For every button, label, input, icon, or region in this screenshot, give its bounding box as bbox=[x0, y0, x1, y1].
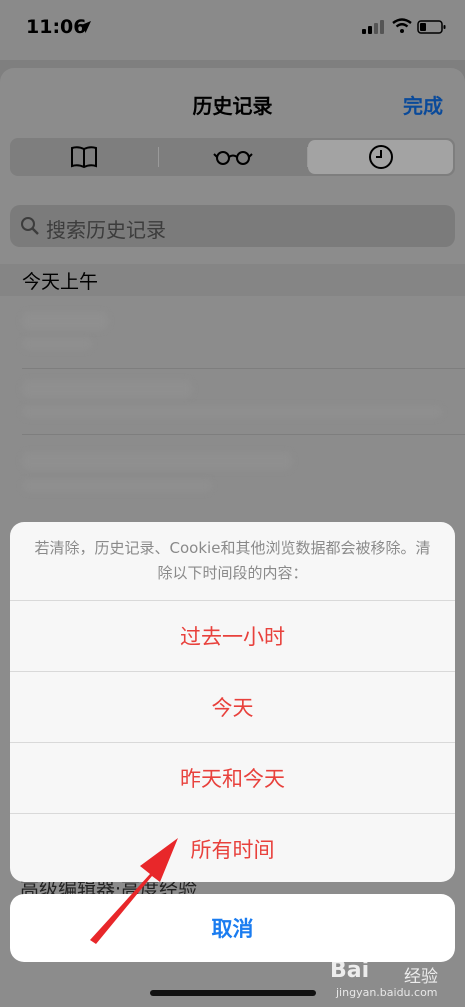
section-header: 今天上午 bbox=[0, 264, 465, 296]
cellular-signal-icon bbox=[362, 20, 384, 34]
book-icon bbox=[71, 146, 97, 169]
option-today-button[interactable]: 今天 bbox=[10, 671, 455, 742]
battery-icon bbox=[417, 20, 446, 34]
location-arrow-icon bbox=[79, 21, 91, 33]
blurred-entry-title bbox=[22, 380, 192, 398]
search-field[interactable]: 搜索历史记录 bbox=[10, 205, 455, 247]
sheet-title: 历史记录 bbox=[192, 94, 273, 118]
option-yesterday-and-today-button[interactable]: 昨天和今天 bbox=[10, 742, 455, 813]
status-bar: 11:06 bbox=[0, 0, 465, 60]
glasses-icon bbox=[213, 151, 253, 165]
search-placeholder: 搜索历史记录 bbox=[46, 218, 166, 242]
segmented-control bbox=[10, 138, 455, 176]
watermark: Bai 经验 jingyan.baidu.com bbox=[330, 958, 460, 1002]
blurred-entry-title bbox=[22, 312, 108, 330]
home-indicator bbox=[150, 990, 316, 996]
clear-history-action-sheet: 若清除，历史记录、Cookie和其他浏览数据都会被移除。清除以下时间段的内容： … bbox=[10, 522, 455, 882]
search-icon bbox=[21, 217, 39, 235]
watermark-text: 经验 bbox=[404, 967, 438, 987]
blurred-entry-url bbox=[22, 480, 212, 492]
blurred-entry-title bbox=[22, 452, 292, 470]
action-sheet-message: 若清除，历史记录、Cookie和其他浏览数据都会被移除。清除以下时间段的内容： bbox=[34, 539, 431, 582]
blurred-entry-url bbox=[22, 406, 442, 418]
watermark-logo: Bai bbox=[330, 958, 370, 983]
option-all-time-button[interactable]: 所有时间 bbox=[10, 813, 455, 882]
watermark-url: jingyan.baidu.com bbox=[336, 986, 438, 999]
blurred-entry-url bbox=[22, 338, 92, 350]
row-separator bbox=[22, 368, 465, 369]
tab-reading-list[interactable] bbox=[159, 138, 307, 176]
tab-bookmarks[interactable] bbox=[10, 138, 158, 176]
section-header-label: 今天上午 bbox=[22, 271, 99, 293]
tab-history[interactable] bbox=[308, 140, 453, 174]
cancel-button[interactable]: 取消 bbox=[10, 894, 455, 962]
done-button[interactable]: 完成 bbox=[403, 90, 443, 119]
option-last-hour-button[interactable]: 过去一小时 bbox=[10, 600, 455, 671]
wifi-icon bbox=[392, 18, 412, 33]
row-separator bbox=[22, 434, 465, 435]
clock-icon bbox=[368, 145, 393, 169]
